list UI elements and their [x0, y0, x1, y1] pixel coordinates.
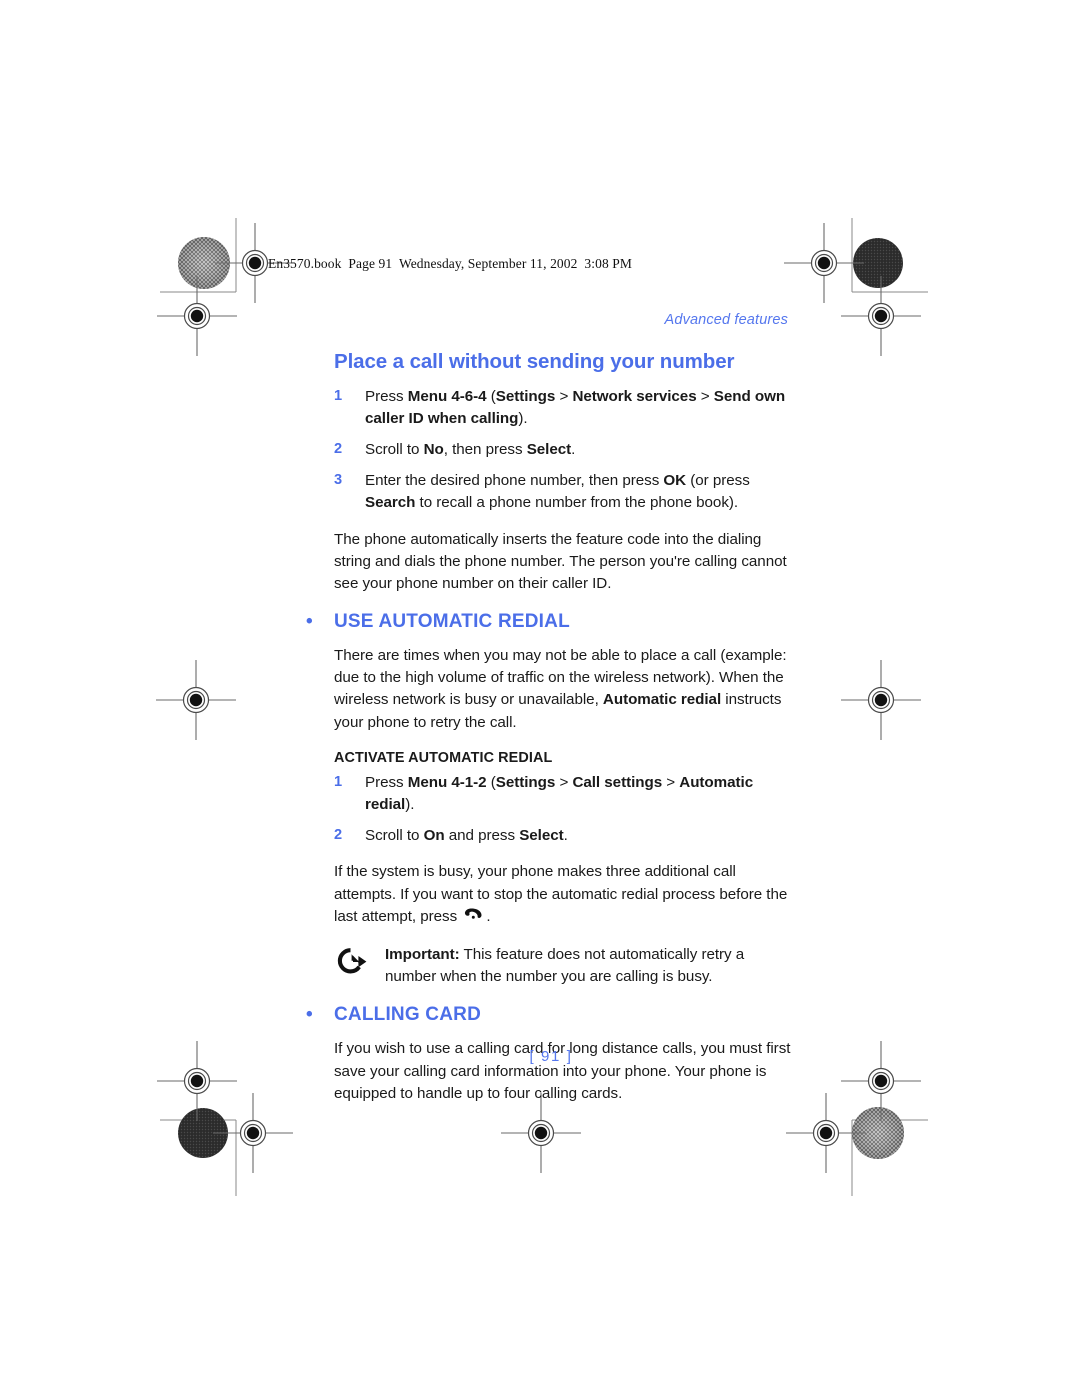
section-heading-use-automatic-redial: • USE AUTOMATIC REDIAL: [306, 611, 796, 633]
section-heading-label: USE AUTOMATIC REDIAL: [334, 611, 570, 633]
page-title: Place a call without sending your number: [334, 350, 735, 373]
page-content: Advanced features Place a call without s…: [306, 312, 796, 1121]
sub-heading-activate-automatic-redial: ACTIVATE AUTOMATIC REDIAL: [334, 749, 553, 766]
step-text: Enter the desired phone number, then pre…: [365, 472, 750, 512]
registration-mark-top-left: [156, 275, 238, 357]
registration-mark-bottom-inner-left: [212, 1092, 294, 1174]
section-heading-calling-card: • CALLING CARD: [306, 1004, 796, 1026]
step-text: Scroll to No, then press Select.: [365, 440, 576, 458]
registration-mark-top-right: [840, 275, 922, 357]
registration-mark-bottom-left: [156, 1040, 238, 1122]
paragraph-redial-intro: There are times when you may not be able…: [334, 647, 787, 731]
step-number: 2: [334, 440, 343, 457]
registration-mark-bottom-inner-right: [785, 1092, 867, 1174]
section-heading-label: CALLING CARD: [334, 1004, 481, 1026]
step-text: Scroll to On and press Select.: [365, 827, 568, 845]
registration-mark-middle-right: [840, 659, 922, 741]
solid-density-patch-top-right: [853, 238, 903, 288]
list-item: 3 Enter the desired phone number, then p…: [334, 470, 796, 514]
file-header-stamp: En3570.book Page 91 Wednesday, September…: [268, 256, 632, 271]
paragraph-stop-redial: If the system is busy, your phone makes …: [334, 863, 788, 925]
step-number: 3: [334, 472, 343, 489]
list-item: 2 Scroll to No, then press Select.: [334, 439, 796, 461]
important-note: Important: This feature does not automat…: [334, 944, 796, 988]
registration-mark-top-inner-right: [783, 222, 865, 304]
starburst-patch-top-left: [178, 237, 230, 289]
registration-mark-bottom-right: [840, 1040, 922, 1122]
paragraph-feature-code: The phone automatically inserts the feat…: [334, 530, 787, 592]
important-arrow-icon: [334, 947, 367, 980]
list-item: 1 Press Menu 4-6-4 (Settings > Network s…: [334, 386, 796, 430]
step-text: Press Menu 4-1-2 (Settings > Call settin…: [365, 773, 754, 814]
running-head: Advanced features: [664, 312, 788, 328]
step-number: 1: [334, 387, 343, 404]
starburst-patch-bottom-right: [852, 1107, 904, 1159]
bullet-icon: •: [306, 611, 313, 633]
page-number: [ 91 ]: [529, 1048, 573, 1065]
step-number: 2: [334, 827, 343, 844]
list-item: 2 Scroll to On and press Select.: [334, 825, 796, 847]
step-text: Press Menu 4-6-4 (Settings > Network ser…: [365, 387, 786, 427]
steps-list-activate-redial: 1 Press Menu 4-1-2 (Settings > Call sett…: [306, 772, 796, 848]
important-note-label: Important:: [385, 945, 460, 963]
important-note-text: Important: This feature does not automat…: [385, 944, 796, 988]
bullet-icon: •: [306, 1004, 313, 1026]
step-number: 1: [334, 773, 343, 790]
end-call-handset-icon: [465, 908, 482, 919]
registration-mark-middle-left: [155, 659, 237, 741]
list-item: 1 Press Menu 4-1-2 (Settings > Call sett…: [334, 772, 796, 816]
solid-density-patch-bottom-left: [178, 1108, 228, 1158]
steps-list-place-call: 1 Press Menu 4-6-4 (Settings > Network s…: [306, 386, 796, 515]
